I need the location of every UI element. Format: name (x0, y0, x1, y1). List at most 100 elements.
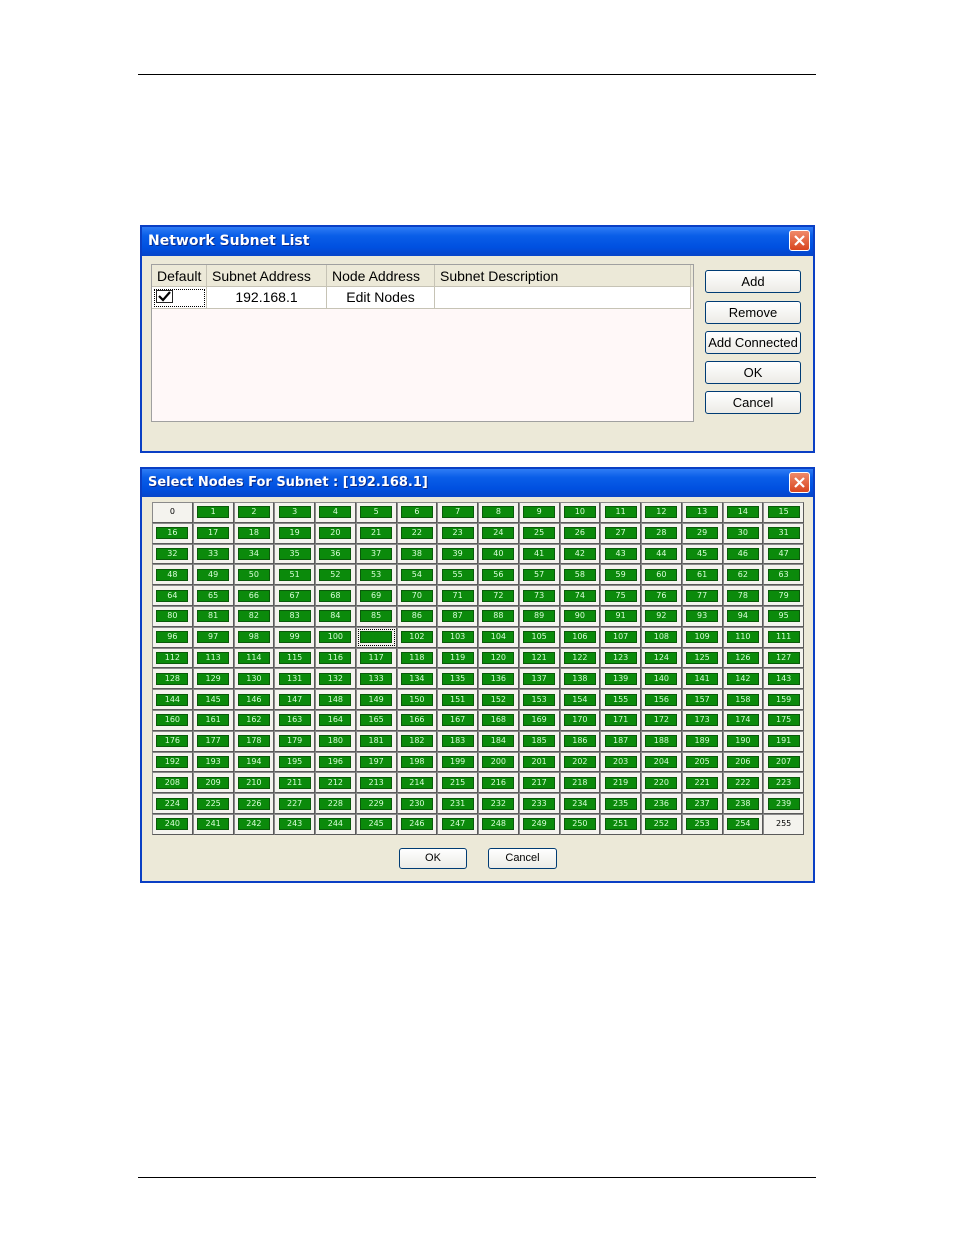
node-cell-154[interactable]: 154 (559, 689, 601, 710)
node-cell-105[interactable]: 105 (518, 626, 560, 648)
node-cell-188[interactable]: 188 (641, 730, 682, 752)
node-cell-112[interactable]: 112 (152, 647, 193, 669)
node-cell-48[interactable]: 48 (152, 564, 193, 586)
node-cell-251[interactable]: 251 (600, 813, 641, 835)
node-cell-80[interactable]: 80 (152, 605, 193, 627)
subnet-row[interactable]: 192.168.1 Edit Nodes (152, 287, 693, 309)
node-cell-2[interactable]: 2 (233, 502, 275, 523)
node-cell-135[interactable]: 135 (437, 668, 478, 690)
node-cell-123[interactable]: 123 (600, 647, 641, 669)
node-cell-236[interactable]: 236 (641, 793, 682, 814)
node-cell-108[interactable]: 108 (641, 626, 682, 648)
node-cell-20[interactable]: 20 (315, 522, 356, 544)
node-cell-186[interactable]: 186 (559, 730, 601, 752)
node-cell-215[interactable]: 215 (437, 772, 478, 794)
edit-nodes-cell[interactable]: Edit Nodes (327, 287, 435, 309)
node-cell-231[interactable]: 231 (437, 793, 478, 814)
node-cell-180[interactable]: 180 (315, 730, 356, 752)
node-cell-65[interactable]: 65 (192, 585, 234, 606)
subnet-dialog-close-button[interactable] (789, 230, 810, 251)
node-cell-22[interactable]: 22 (396, 522, 438, 544)
node-cell-32[interactable]: 32 (152, 543, 193, 565)
node-cell-106[interactable]: 106 (559, 626, 601, 648)
subnet-list-view[interactable]: Default Subnet Address Node Address Subn… (151, 264, 694, 422)
node-cell-115[interactable]: 115 (274, 647, 315, 669)
node-cell-185[interactable]: 185 (518, 730, 560, 752)
node-cell-7[interactable]: 7 (437, 502, 478, 523)
node-cell-26[interactable]: 26 (559, 522, 601, 544)
node-cell-19[interactable]: 19 (274, 522, 315, 544)
node-cell-109[interactable]: 109 (681, 626, 723, 648)
node-cell-72[interactable]: 72 (478, 585, 519, 606)
node-cell-132[interactable]: 132 (315, 668, 356, 690)
node-cell-204[interactable]: 204 (641, 751, 682, 773)
remove-button[interactable]: Remove (705, 301, 801, 324)
node-cell-114[interactable]: 114 (233, 647, 275, 669)
node-cell-117[interactable]: 117 (355, 647, 397, 669)
column-header-subnet-description[interactable]: Subnet Description (435, 265, 691, 287)
node-cell-149[interactable]: 149 (355, 689, 397, 710)
node-cell-0[interactable]: 0 (152, 502, 193, 523)
node-cell-178[interactable]: 178 (233, 730, 275, 752)
node-cell-237[interactable]: 237 (681, 793, 723, 814)
node-cell-58[interactable]: 58 (559, 564, 601, 586)
add-button[interactable]: Add (705, 270, 801, 293)
node-cell-127[interactable]: 127 (763, 647, 804, 669)
node-cell-88[interactable]: 88 (478, 605, 519, 627)
node-cell-190[interactable]: 190 (722, 730, 764, 752)
node-cell-169[interactable]: 169 (518, 709, 560, 731)
node-cell-29[interactable]: 29 (681, 522, 723, 544)
node-cell-252[interactable]: 252 (641, 813, 682, 835)
node-cell-98[interactable]: 98 (233, 626, 275, 648)
node-cell-116[interactable]: 116 (315, 647, 356, 669)
node-cell-172[interactable]: 172 (641, 709, 682, 731)
node-cell-64[interactable]: 64 (152, 585, 193, 606)
node-cell-71[interactable]: 71 (437, 585, 478, 606)
node-cell-89[interactable]: 89 (518, 605, 560, 627)
node-cell-35[interactable]: 35 (274, 543, 315, 565)
node-cell-212[interactable]: 212 (315, 772, 356, 794)
node-cell-187[interactable]: 187 (600, 730, 641, 752)
node-cell-90[interactable]: 90 (559, 605, 601, 627)
node-cell-226[interactable]: 226 (233, 793, 275, 814)
node-cell-139[interactable]: 139 (600, 668, 641, 690)
node-cell-181[interactable]: 181 (355, 730, 397, 752)
node-cell-103[interactable]: 103 (437, 626, 478, 648)
node-cell-157[interactable]: 157 (681, 689, 723, 710)
node-cell-241[interactable]: 241 (192, 813, 234, 835)
node-cell-66[interactable]: 66 (233, 585, 275, 606)
node-cell-240[interactable]: 240 (152, 813, 193, 835)
node-cell-217[interactable]: 217 (518, 772, 560, 794)
node-cell-146[interactable]: 146 (233, 689, 275, 710)
node-cell-182[interactable]: 182 (396, 730, 438, 752)
node-cell-100[interactable]: 100 (315, 626, 356, 648)
node-cell-28[interactable]: 28 (641, 522, 682, 544)
node-cell-196[interactable]: 196 (315, 751, 356, 773)
node-cell-183[interactable]: 183 (437, 730, 478, 752)
node-cell-164[interactable]: 164 (315, 709, 356, 731)
node-cell-52[interactable]: 52 (315, 564, 356, 586)
node-cell-145[interactable]: 145 (192, 689, 234, 710)
nodes-dialog-close-button[interactable] (789, 472, 810, 493)
node-cell-254[interactable]: 254 (722, 813, 764, 835)
node-cell-81[interactable]: 81 (192, 605, 234, 627)
node-cell-193[interactable]: 193 (192, 751, 234, 773)
node-cell-147[interactable]: 147 (274, 689, 315, 710)
default-cell[interactable] (152, 287, 207, 309)
node-cell-10[interactable]: 10 (559, 502, 601, 523)
node-cell-242[interactable]: 242 (233, 813, 275, 835)
node-cell-124[interactable]: 124 (641, 647, 682, 669)
node-cell-95[interactable]: 95 (763, 605, 804, 627)
node-cell-113[interactable]: 113 (192, 647, 234, 669)
node-cell-45[interactable]: 45 (681, 543, 723, 565)
node-cell-99[interactable]: 99 (274, 626, 315, 648)
node-cell-163[interactable]: 163 (274, 709, 315, 731)
node-cell-102[interactable]: 102 (396, 626, 438, 648)
node-cell-136[interactable]: 136 (478, 668, 519, 690)
node-cell-128[interactable]: 128 (152, 668, 193, 690)
node-cell-110[interactable]: 110 (722, 626, 764, 648)
node-cell-119[interactable]: 119 (437, 647, 478, 669)
node-cell-211[interactable]: 211 (274, 772, 315, 794)
node-cell-133[interactable]: 133 (355, 668, 397, 690)
node-cell-68[interactable]: 68 (315, 585, 356, 606)
